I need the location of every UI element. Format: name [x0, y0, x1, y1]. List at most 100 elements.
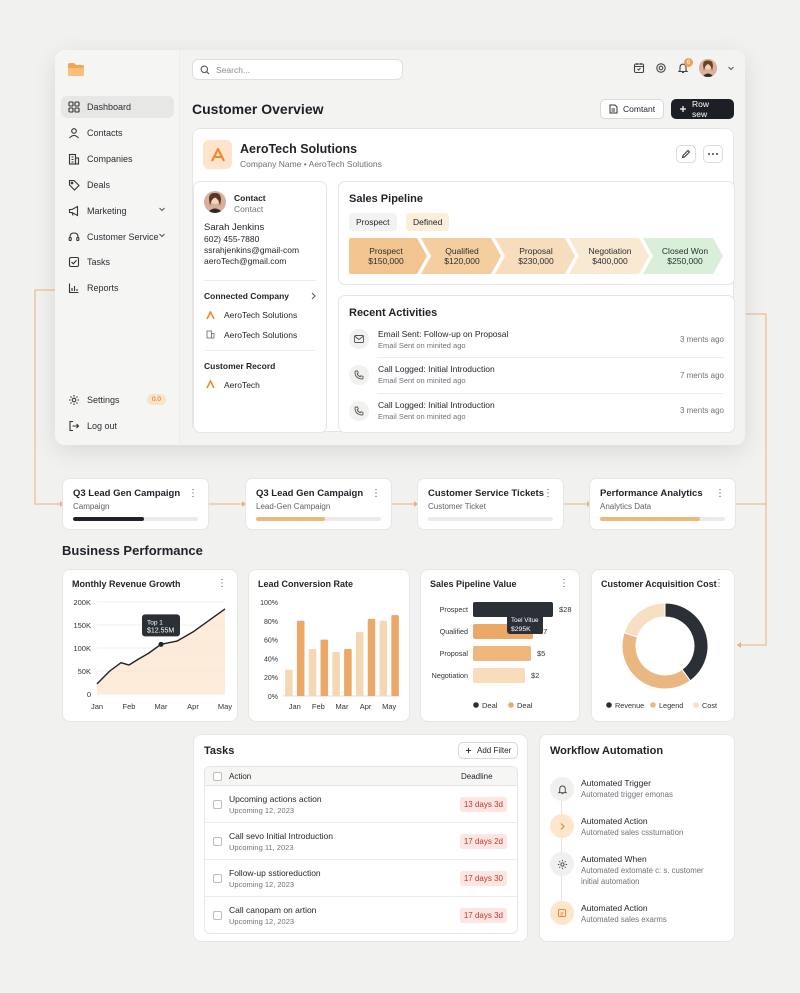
stage-name: Proposal [519, 246, 553, 256]
sidebar-item-companies[interactable]: Companies [61, 148, 174, 170]
contact-button[interactable]: Comtant [600, 99, 665, 119]
divider [377, 393, 724, 394]
kebab-menu-icon[interactable]: ⋮ [188, 488, 198, 499]
sidebar-item-settings[interactable]: Settings 0.0 [61, 389, 174, 411]
select-all-checkbox[interactable] [213, 772, 222, 781]
table-row[interactable]: Call canopam on artion Upcoming 12, 2023… [205, 897, 517, 933]
customer-record-item[interactable]: AeroTech [224, 380, 260, 390]
conversion-bar [344, 649, 352, 696]
edit-button[interactable] [676, 145, 696, 163]
pipeline-stage-proposal[interactable]: Proposal $230,000 [501, 238, 571, 274]
workflow-item-title[interactable]: Automated Trigger [581, 778, 651, 788]
pipeline-stage-closed-won[interactable]: Closed Won $250,000 [649, 238, 721, 274]
kebab-menu-icon[interactable]: ⋮ [559, 578, 569, 589]
table-row[interactable]: Upcoming actions action Upcoming 12, 202… [205, 786, 517, 823]
sidebar-item-label: Log out [87, 421, 118, 431]
divider [204, 280, 316, 281]
calendar-icon[interactable] [633, 62, 645, 74]
contact-email[interactable]: ssrahjenkins@gmail-com [204, 245, 299, 255]
chevron-right-icon[interactable] [310, 292, 317, 300]
table-row[interactable]: Call sevo Initial Introduction Upcoming … [205, 823, 517, 860]
activity-title[interactable]: Call Logged: Initial Introduction [378, 400, 495, 410]
new-button-label: Row sew [692, 99, 710, 119]
sidebar-item-reports[interactable]: Reports [61, 277, 174, 299]
kebab-menu-icon[interactable]: ⋮ [217, 578, 227, 589]
sidebar-item-contacts[interactable]: Contacts [61, 122, 174, 144]
connected-company-title: Connected Company [204, 291, 290, 301]
flow-sub: Analytics Data [600, 502, 652, 511]
add-filter-button[interactable]: Add Filter [458, 742, 519, 759]
search-input[interactable]: Search... [192, 59, 403, 80]
gear-icon[interactable] [655, 62, 667, 74]
contact-email[interactable]: aeroTech@gmail.com [204, 256, 286, 266]
row-checkbox[interactable] [213, 874, 222, 883]
sidebar-item-tasks[interactable]: Tasks [61, 251, 174, 273]
sidebar-item-deals[interactable]: Deals [61, 174, 174, 196]
customer-record-title: Customer Record [204, 361, 276, 371]
workflow-item-title[interactable]: Automated Action [581, 903, 648, 913]
activity-title[interactable]: Email Sent: Follow-up on Proposal [378, 329, 508, 339]
recent-activities-card: Recent Activities Email Sent: Follow-up … [338, 295, 735, 433]
sidebar-item-logout[interactable]: Log out [61, 415, 174, 437]
sidebar-item-customer-service[interactable]: Customer Service [61, 226, 174, 248]
revenue-chart-card: Monthly Revenue Growth ⋮ 200K 150K 100K 50K… [62, 569, 238, 722]
pipeline-title: Sales Pipeline [349, 193, 423, 205]
kebab-menu-icon[interactable]: ⋮ [714, 578, 724, 589]
table-row[interactable]: Follow-up sstioreduction Upcoming 12, 20… [205, 860, 517, 897]
row-checkbox[interactable] [213, 800, 222, 809]
flow-card-q3-lead-gen[interactable]: Q3 Lead Gen Campaign ⋮ Lead-Gen Campaign [245, 478, 392, 530]
column-deadline[interactable]: Deadline [461, 772, 493, 781]
pipeline-stage-negotiation[interactable]: Negotiation $400,000 [575, 238, 645, 274]
app-logo[interactable] [67, 61, 85, 77]
progress-fill [73, 517, 145, 521]
pipeline-chip-defined[interactable]: Defined [406, 213, 450, 231]
kebab-menu-icon[interactable]: ⋮ [543, 488, 553, 499]
pipeline-value-chart-card: Sales Pipeline Value ⋮ Prospect $28 Qualif… [420, 569, 580, 722]
stage-name: Negotiation [588, 246, 632, 256]
kebab-menu-icon[interactable]: ⋮ [371, 488, 381, 499]
chevron-down-icon[interactable] [727, 64, 735, 72]
conversion-bar [391, 615, 399, 696]
company-subtitle: Company Name • AeroTech Solutions [240, 159, 382, 169]
deadline-badge: 17 days 30 [459, 871, 507, 886]
connected-company-item[interactable]: AeroTech Solutions [224, 310, 297, 320]
activity-title[interactable]: Call Logged: Initial Introduction [378, 364, 495, 374]
more-button[interactable] [703, 145, 723, 163]
connected-company-item[interactable]: AeroTech Solutions [224, 330, 297, 340]
flow-card-q3-campaign[interactable]: Q3 Lead Gen Campaign ⋮ Campaign [62, 478, 209, 530]
row-checkbox[interactable] [213, 911, 222, 920]
flow-card-service-tickets[interactable]: Customer Service Tickets ⋮ Customer Tick… [417, 478, 564, 530]
sidebar-item-label: Dashboard [87, 102, 132, 112]
pipeline-stage-prospect[interactable]: Prospect $150,000 [349, 238, 423, 274]
legend-label: Deal [517, 701, 533, 710]
kebab-menu-icon[interactable]: ⋮ [715, 488, 725, 499]
stage-value: $120,000 [444, 256, 480, 266]
contact-phone[interactable]: 602) 455-7880 [204, 234, 259, 244]
sidebar-item-dashboard[interactable]: Dashboard [61, 96, 174, 118]
conversion-bar [332, 651, 340, 696]
contact-heading: Contact [234, 193, 266, 203]
flow-title: Performance Analytics [600, 488, 703, 499]
pipeline-chip-prospect[interactable]: Prospect [349, 213, 397, 231]
acquisition-chart-card: Customer Acquisition Cost ⋮ Revenue Legen… [591, 569, 735, 722]
workflow-item-sub: Automated trigger emonas [581, 790, 673, 799]
pencil-icon [681, 149, 691, 159]
column-action[interactable]: Action [229, 772, 251, 781]
flow-sub: Campaign [73, 502, 110, 511]
conversion-bar [355, 632, 364, 696]
conversion-chart-card: Lead Conversion Rate 100% 80% 60% 40% 20% 0% J… [248, 569, 410, 722]
stage-name: Qualified [445, 246, 479, 256]
sidebar: Dashboard Contacts Companies Deals Marke… [55, 50, 180, 445]
sidebar-item-marketing[interactable]: Marketing [61, 200, 174, 222]
avatar[interactable] [699, 59, 717, 77]
chart-title: Monthly Revenue Growth [72, 579, 181, 589]
legend-swatch [650, 702, 656, 708]
workflow-item-title[interactable]: Automated Action [581, 816, 648, 826]
pipeline-stage-qualified[interactable]: Qualified $120,000 [427, 238, 497, 274]
tooltip-value: $12.55M [147, 627, 174, 634]
bell-icon[interactable]: 6 [677, 58, 693, 74]
workflow-item-title[interactable]: Automated When [581, 854, 647, 864]
row-checkbox[interactable] [213, 837, 222, 846]
flow-card-performance-analytics[interactable]: Performance Analytics ⋮ Analytics Data [589, 478, 736, 530]
new-button[interactable]: Row sew [671, 99, 734, 119]
